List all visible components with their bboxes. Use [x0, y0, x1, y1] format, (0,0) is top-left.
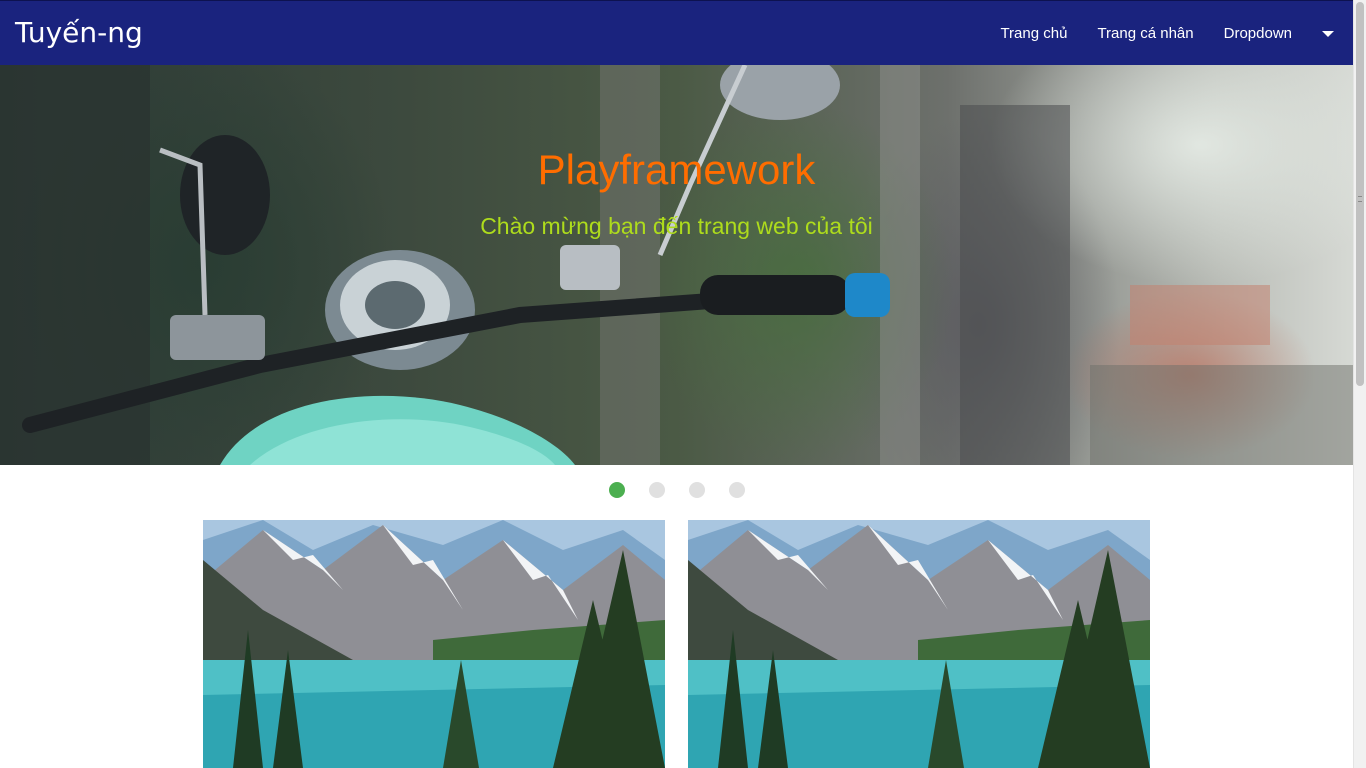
gallery-card-1[interactable] [203, 520, 665, 768]
nav-links: Trang chủ Trang cá nhân Dropdown [985, 1, 1353, 66]
carousel-indicators [0, 482, 1353, 500]
carousel-dot-4[interactable] [728, 482, 745, 498]
gallery-card-2[interactable] [688, 520, 1150, 768]
top-navbar: Tuyến-ng Trang chủ Trang cá nhân Dropdow… [0, 0, 1353, 65]
nav-dropdown-label: Dropdown [1223, 25, 1292, 42]
mountain-lake-image [203, 520, 665, 768]
hero-subtitle: Chào mừng bạn đến trang web của tôi [480, 213, 873, 239]
nav-link-profile[interactable]: Trang cá nhân [1082, 1, 1208, 66]
grip-icon [1358, 196, 1362, 202]
hero-title: Playframework [537, 146, 816, 193]
nav-link-home[interactable]: Trang chủ [985, 1, 1082, 66]
carousel-dot-1[interactable] [608, 482, 625, 498]
brand-logo-link[interactable]: Tuyến-ng [15, 16, 143, 50]
hero-slider[interactable]: Playframework Chào mừng bạn đến trang we… [0, 65, 1353, 465]
caret-down-icon [1322, 30, 1334, 37]
carousel-dot-3[interactable] [688, 482, 705, 498]
nav-dropdown-toggle[interactable]: Dropdown [1209, 1, 1353, 66]
scrollbar-thumb[interactable] [1356, 2, 1364, 386]
page: Tuyến-ng Trang chủ Trang cá nhân Dropdow… [0, 0, 1366, 768]
mountain-lake-image [688, 520, 1150, 768]
carousel-dot-2[interactable] [648, 482, 665, 498]
scooter-background-photo [0, 65, 1353, 465]
vertical-scrollbar[interactable] [1353, 0, 1366, 768]
